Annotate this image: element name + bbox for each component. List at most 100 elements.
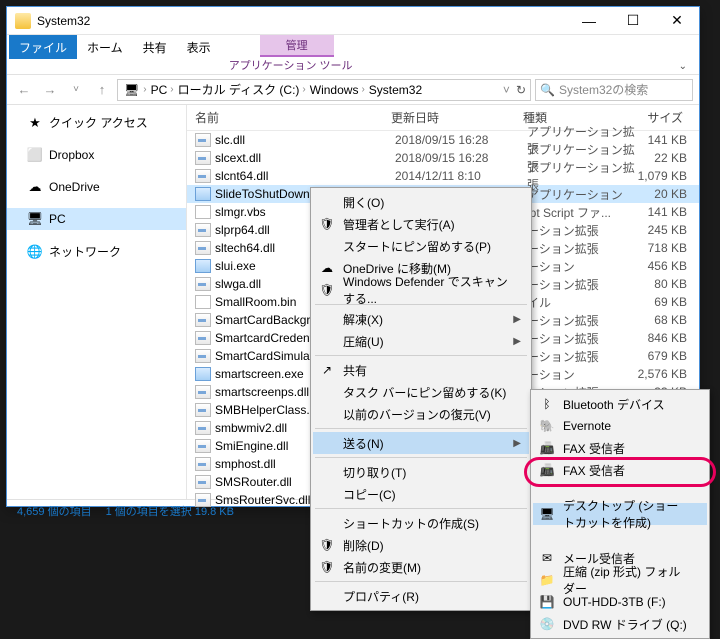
file-type: ーション bbox=[527, 258, 635, 275]
minimize-button[interactable]: — bbox=[567, 7, 611, 35]
nav-back-button[interactable]: ← bbox=[13, 79, 35, 101]
breadcrumb[interactable]: ローカル ディスク (C:)› bbox=[176, 81, 308, 98]
file-size: 69 KB bbox=[635, 295, 699, 309]
breadcrumb[interactable]: PC› bbox=[149, 83, 176, 97]
navigation-pane[interactable]: ★クイック アクセス ⬜Dropbox ☁OneDrive 🖥PC 🌐ネットワー… bbox=[7, 105, 187, 499]
file-size: 141 KB bbox=[635, 205, 699, 219]
column-date[interactable]: 更新日時 bbox=[391, 109, 523, 126]
maximize-button[interactable]: ☐ bbox=[611, 7, 655, 35]
tab-view[interactable]: 表示 bbox=[177, 35, 221, 59]
tab-share[interactable]: 共有 bbox=[133, 35, 177, 59]
send-to-item[interactable]: 🖥 デスクトップ (ショートカットを作成) bbox=[533, 503, 707, 525]
context-menu-item[interactable]: 🛡削除(D) bbox=[313, 534, 529, 556]
send-to-item[interactable]: 📠 FAX 受信者 bbox=[533, 437, 707, 459]
file-date: 2018/09/15 16:28 bbox=[395, 151, 527, 165]
menu-item-label: プロパティ(R) bbox=[343, 588, 419, 605]
ribbon-tabs: ファイル ホーム 共有 表示 管理 アプリケーション ツール bbox=[7, 35, 699, 59]
tab-file[interactable]: ファイル bbox=[9, 35, 77, 59]
sidebar-item-dropbox[interactable]: ⬜Dropbox bbox=[7, 144, 186, 166]
context-menu-item[interactable]: ショートカットの作成(S) bbox=[313, 512, 529, 534]
file-icon bbox=[195, 457, 211, 471]
address-dropdown-button[interactable]: ˅ bbox=[503, 83, 510, 97]
breadcrumb[interactable]: Windows› bbox=[308, 83, 367, 97]
context-menu-item[interactable]: ↗共有 bbox=[313, 359, 529, 381]
send-to-item[interactable]: ᛒ Bluetooth デバイス bbox=[533, 393, 707, 415]
sidebar-item-quick-access[interactable]: ★クイック アクセス bbox=[7, 111, 186, 134]
menu-item-icon bbox=[539, 528, 555, 544]
file-size: 80 KB bbox=[635, 277, 699, 291]
file-icon bbox=[195, 151, 211, 165]
send-to-item[interactable]: 📠 FAX 受信者 bbox=[533, 459, 707, 481]
context-menu-item[interactable]: スタートにピン留めする(P) bbox=[313, 235, 529, 257]
close-button[interactable]: ✕ bbox=[655, 7, 699, 35]
file-icon bbox=[195, 403, 211, 417]
context-menu-item[interactable]: 切り取り(T) bbox=[313, 461, 529, 483]
file-size: 245 KB bbox=[635, 223, 699, 237]
send-to-item[interactable]: 💾 OUT-HDD-3TB (F:) bbox=[533, 591, 707, 613]
menu-item-icon: 🛡 bbox=[319, 559, 335, 575]
sidebar-item-network[interactable]: 🌐ネットワーク bbox=[7, 240, 186, 263]
context-menu-item[interactable]: 解凍(X)▶ bbox=[313, 308, 529, 330]
context-menu-item[interactable]: 🛡管理者として実行(A) bbox=[313, 213, 529, 235]
file-icon bbox=[195, 133, 211, 147]
nav-history-button[interactable]: ˅ bbox=[65, 79, 87, 101]
file-row[interactable]: slcnt64.dll 2014/12/11 8:10 アプリケーション拡張 1… bbox=[187, 167, 699, 185]
file-type: ーション bbox=[527, 366, 635, 383]
submenu-arrow-icon: ▶ bbox=[513, 438, 521, 449]
star-icon: ★ bbox=[27, 115, 43, 131]
context-menu-item[interactable]: 🛡Windows Defender でスキャンする... bbox=[313, 279, 529, 301]
file-size: 68 KB bbox=[635, 313, 699, 327]
context-menu-item[interactable]: 以前のバージョンの復元(V) bbox=[313, 403, 529, 425]
menu-item-label: 以前のバージョンの復元(V) bbox=[343, 406, 491, 423]
send-to-item[interactable]: 🐘 Evernote bbox=[533, 415, 707, 437]
nav-forward-button[interactable]: → bbox=[39, 79, 61, 101]
menu-item-label: 共有 bbox=[343, 362, 367, 379]
column-name[interactable]: 名前 bbox=[187, 109, 391, 126]
title-bar[interactable]: System32 — ☐ ✕ bbox=[7, 7, 699, 35]
send-to-submenu[interactable]: ᛒ Bluetooth デバイス🐘 Evernote📠 FAX 受信者📠 FAX… bbox=[530, 389, 710, 639]
context-menu-item[interactable]: 送る(N)▶ bbox=[313, 432, 529, 454]
context-menu-item[interactable]: 🛡名前の変更(M) bbox=[313, 556, 529, 578]
file-icon bbox=[195, 475, 211, 489]
menu-item-icon: ᛒ bbox=[539, 396, 555, 412]
file-name: slcnt64.dll bbox=[215, 169, 395, 183]
context-menu-item[interactable]: プロパティ(R) bbox=[313, 585, 529, 607]
address-bar[interactable]: 🖥 › PC› ローカル ディスク (C:)› Windows› System3… bbox=[117, 79, 531, 101]
file-icon bbox=[195, 439, 211, 453]
context-menu-item[interactable]: 開く(O) bbox=[313, 191, 529, 213]
search-input[interactable]: 🔍 System32の検索 bbox=[535, 79, 693, 101]
context-menu[interactable]: 開く(O)🛡管理者として実行(A)スタートにピン留めする(P)☁OneDrive… bbox=[310, 187, 532, 611]
context-menu-item[interactable]: 圧縮(U)▶ bbox=[313, 330, 529, 352]
send-to-item[interactable] bbox=[533, 525, 707, 547]
context-menu-item[interactable]: コピー(C) bbox=[313, 483, 529, 505]
menu-item-label: DVD RW ドライブ (Q:) bbox=[563, 616, 687, 633]
file-type: ipt Script ファ... bbox=[527, 204, 635, 221]
file-type: ーション拡張 bbox=[527, 276, 635, 293]
file-name: slcext.dll bbox=[215, 151, 395, 165]
send-to-item[interactable]: 📁 圧縮 (zip 形式) フォルダー bbox=[533, 569, 707, 591]
address-row: ← → ˅ ↑ 🖥 › PC› ローカル ディスク (C:)› Windows›… bbox=[7, 75, 699, 105]
menu-item-icon: ☁ bbox=[319, 260, 335, 276]
submenu-arrow-icon: ▶ bbox=[513, 314, 521, 325]
file-type: ーション拡張 bbox=[527, 348, 635, 365]
menu-item-icon: 🐘 bbox=[539, 418, 555, 434]
menu-item-icon bbox=[539, 484, 555, 500]
breadcrumb[interactable]: System32 bbox=[367, 83, 424, 97]
nav-up-button[interactable]: ↑ bbox=[91, 79, 113, 101]
file-size: 718 KB bbox=[635, 241, 699, 255]
file-size: 1,079 KB bbox=[635, 169, 699, 183]
file-icon bbox=[195, 313, 211, 327]
sidebar-item-onedrive[interactable]: ☁OneDrive bbox=[7, 176, 186, 198]
file-type: ーション拡張 bbox=[527, 330, 635, 347]
refresh-button[interactable]: ↻ bbox=[516, 83, 526, 97]
menu-item-icon: ✉ bbox=[539, 550, 555, 566]
send-to-item[interactable]: 💿 DVD RW ドライブ (Q:) bbox=[533, 613, 707, 635]
column-size[interactable]: サイズ bbox=[631, 109, 695, 126]
menu-item-label: ショートカットの作成(S) bbox=[343, 515, 479, 532]
sidebar-item-pc[interactable]: 🖥PC bbox=[7, 208, 186, 230]
context-menu-item[interactable]: タスク バーにピン留めする(K) bbox=[313, 381, 529, 403]
tab-contextual-manage[interactable]: 管理 bbox=[260, 35, 334, 57]
tab-home[interactable]: ホーム bbox=[77, 35, 133, 59]
tab-app-tools[interactable]: アプリケーション ツール bbox=[221, 55, 361, 75]
file-type: アプリケーション bbox=[527, 186, 635, 203]
